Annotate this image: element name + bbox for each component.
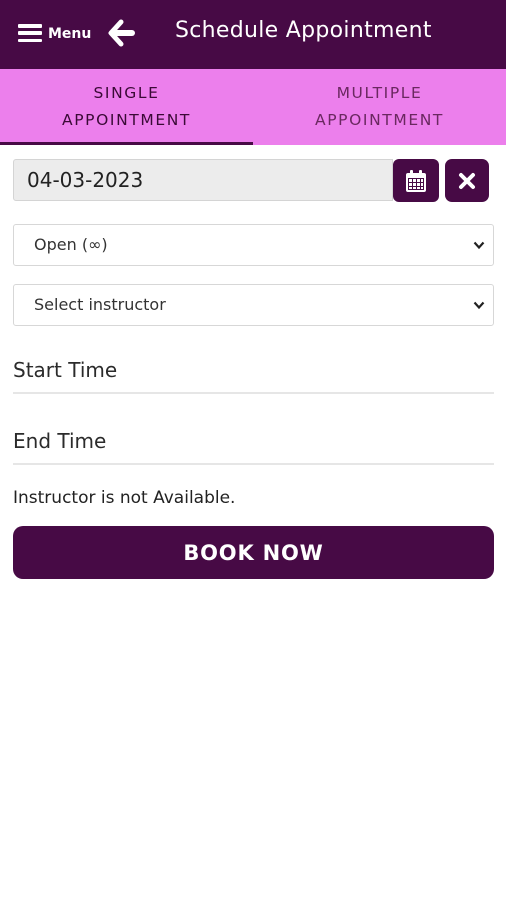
availability-message: Instructor is not Available.: [13, 488, 236, 508]
tab-single-appointment[interactable]: SINGLE APPOINTMENT: [0, 69, 253, 145]
tab-label-line: MULTIPLE: [336, 84, 423, 102]
page-title: Schedule Appointment: [175, 18, 432, 43]
tab-label-line: APPOINTMENT: [315, 111, 444, 129]
tab-label-line: APPOINTMENT: [62, 111, 191, 129]
book-now-button[interactable]: BOOK NOW: [13, 526, 494, 579]
end-time-field[interactable]: End Time: [13, 419, 494, 465]
date-picker-row: 04-03-2023: [13, 158, 489, 203]
tab-label-line: SINGLE: [93, 84, 160, 102]
calendar-button[interactable]: [393, 159, 439, 202]
app-header: Menu Schedule Appointment: [0, 0, 506, 69]
appointment-tabs: SINGLE APPOINTMENT MULTIPLE APPOINTMENT: [0, 69, 506, 145]
menu-label: Menu: [48, 26, 92, 42]
back-arrow-icon: [108, 19, 135, 47]
chevron-down-icon: [473, 241, 485, 250]
back-button[interactable]: [106, 18, 136, 48]
date-field[interactable]: 04-03-2023: [13, 159, 393, 201]
start-time-label: Start Time: [13, 358, 118, 382]
clear-date-button[interactable]: [445, 159, 489, 202]
status-select-value: Open (∞): [34, 235, 108, 254]
close-icon: [459, 172, 475, 189]
end-time-label: End Time: [13, 429, 107, 453]
start-time-field[interactable]: Start Time: [13, 348, 494, 394]
tab-multiple-appointment[interactable]: MULTIPLE APPOINTMENT: [253, 69, 506, 145]
hamburger-icon: [18, 24, 42, 42]
chevron-down-icon: [473, 301, 485, 310]
instructor-select-value: Select instructor: [34, 295, 166, 314]
calendar-icon: [406, 169, 426, 192]
instructor-select[interactable]: Select instructor: [13, 284, 494, 326]
menu-button[interactable]: Menu: [18, 20, 91, 46]
status-select[interactable]: Open (∞): [13, 224, 494, 266]
